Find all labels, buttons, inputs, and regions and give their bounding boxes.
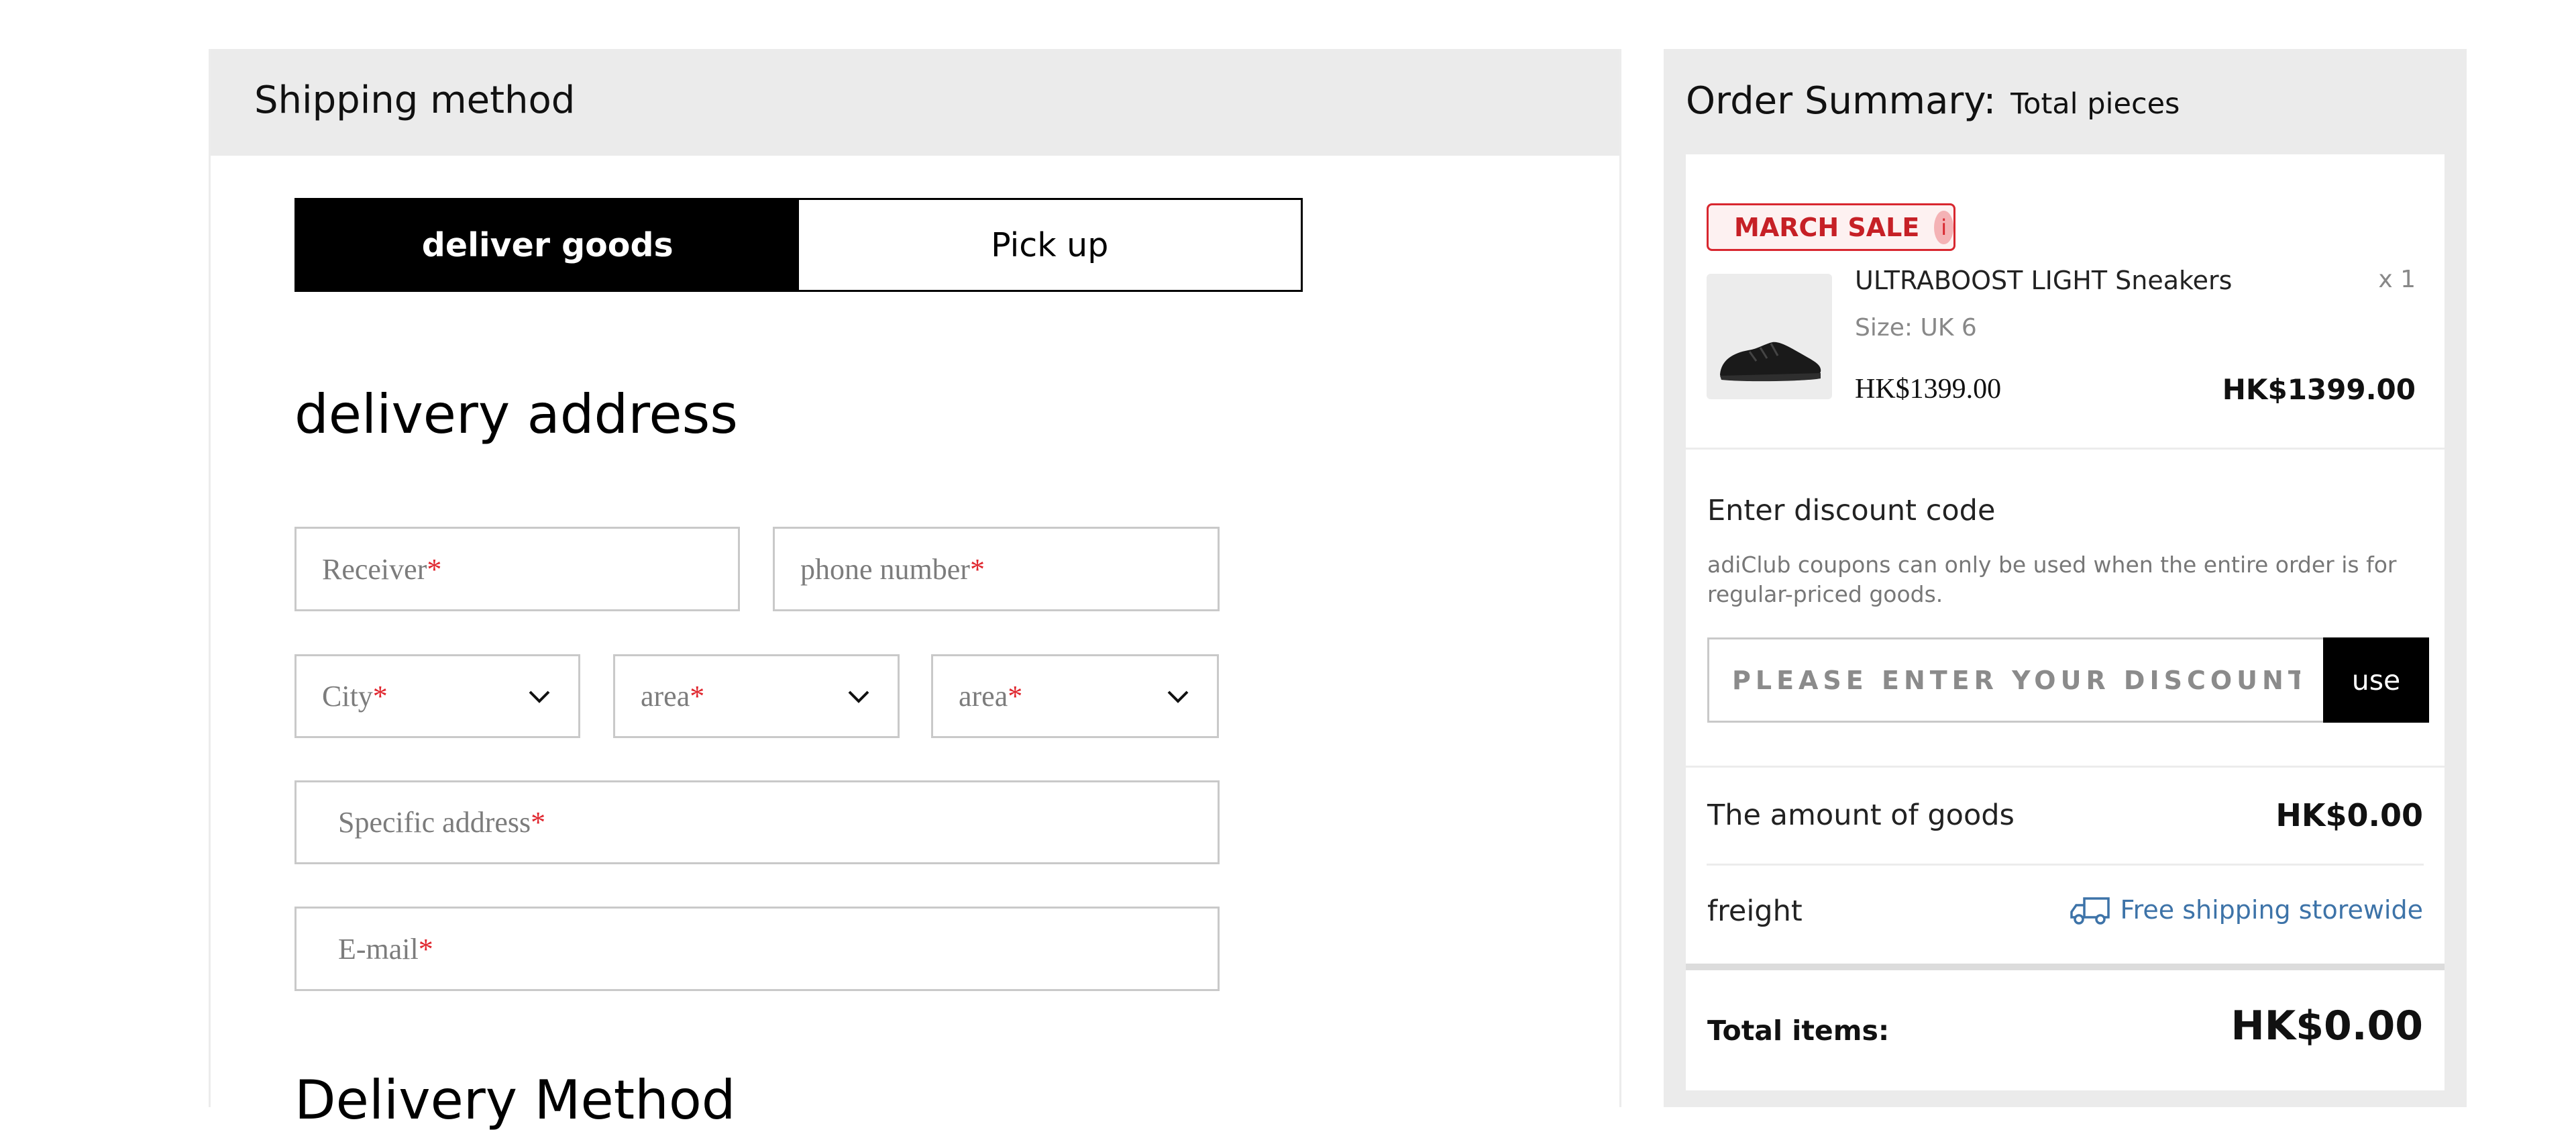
discount-note: adiClub coupons can only be used when th…: [1707, 552, 2397, 607]
receiver-placeholder: Receiver: [322, 552, 427, 586]
goods-amount-label: The amount of goods: [1707, 798, 2015, 832]
total-pieces-label: Total pieces: [2010, 87, 2180, 121]
total-items-label: Total items:: [1707, 1015, 1890, 1047]
area-select-2[interactable]: area *: [931, 654, 1219, 738]
required-mark: *: [1008, 680, 1023, 713]
specific-address-placeholder: Specific address: [338, 806, 531, 839]
info-icon[interactable]: i: [1934, 210, 1953, 244]
goods-amount-value: HK$0.00: [2275, 797, 2423, 833]
freight-label: freight: [1707, 894, 1803, 928]
area-placeholder: area: [959, 680, 1008, 713]
tab-deliver-goods[interactable]: deliver goods: [297, 200, 799, 290]
email-field[interactable]: E-mail *: [294, 907, 1220, 991]
sneaker-icon: [1720, 342, 1821, 382]
required-mark: *: [969, 552, 985, 586]
required-mark: *: [427, 552, 442, 586]
discount-code-input[interactable]: [1707, 637, 2323, 723]
chevron-down-icon: [1167, 690, 1189, 703]
divider: [1686, 448, 2445, 450]
delivery-address-heading: delivery address: [294, 383, 738, 446]
product-line-total: HK$1399.00: [2222, 373, 2416, 406]
area-select-1[interactable]: area *: [613, 654, 900, 738]
city-placeholder: City: [322, 680, 373, 713]
total-items-value: HK$0.00: [2231, 1002, 2424, 1049]
product-size: Size: UK 6: [1855, 314, 1977, 342]
order-summary-card: MARCH SALE i ULTRABOOST LIGHT Sneakers x…: [1686, 154, 2445, 1090]
shipping-panel: Shipping method deliver goods Pick up de…: [209, 49, 1621, 1131]
area-placeholder: area: [641, 680, 690, 713]
chevron-down-icon: [529, 690, 550, 703]
shipping-header: Shipping method: [211, 49, 1619, 156]
order-summary-label: Order Summary:: [1686, 79, 1996, 123]
sale-badge-label: MARCH SALE: [1734, 212, 1920, 242]
email-placeholder: E-mail: [338, 932, 419, 966]
delivery-method-heading: Delivery Method: [294, 1069, 736, 1131]
divider: [1686, 964, 2445, 970]
required-mark: *: [372, 680, 388, 713]
city-select[interactable]: City *: [294, 654, 580, 738]
divider: [1686, 766, 2445, 768]
required-mark: *: [418, 932, 433, 966]
order-summary-panel: Order Summary: Total pieces MARCH SALE i…: [1664, 49, 2467, 1107]
required-mark: *: [690, 680, 705, 713]
shipping-title: Shipping method: [254, 79, 576, 122]
required-mark: *: [531, 806, 546, 839]
discount-code-form: use: [1707, 637, 2429, 723]
truck-icon: [2070, 897, 2110, 925]
phone-placeholder: phone number: [800, 552, 970, 586]
order-summary-title: Order Summary: Total pieces: [1686, 77, 2180, 128]
sale-badge[interactable]: MARCH SALE i: [1707, 203, 1955, 251]
use-discount-button[interactable]: use: [2323, 637, 2429, 723]
product-image[interactable]: [1707, 274, 1832, 399]
free-shipping-label: Free shipping storewide: [2120, 895, 2424, 925]
divider: [1707, 864, 2424, 866]
product-unit-price: HK$1399.00: [1855, 374, 2002, 405]
discount-title: Enter discount code: [1707, 494, 1996, 527]
chevron-down-icon: [848, 690, 869, 703]
free-shipping-info[interactable]: Free shipping storewide: [2070, 894, 2424, 925]
phone-number-field[interactable]: phone number *: [773, 527, 1220, 611]
specific-address-field[interactable]: Specific address *: [294, 780, 1220, 864]
shipping-tabs: deliver goods Pick up: [294, 198, 1303, 292]
receiver-field[interactable]: Receiver *: [294, 527, 740, 611]
product-name[interactable]: ULTRABOOST LIGHT Sneakers: [1855, 266, 2232, 295]
tab-pick-up[interactable]: Pick up: [798, 200, 1301, 290]
product-quantity: x 1: [2378, 266, 2416, 293]
